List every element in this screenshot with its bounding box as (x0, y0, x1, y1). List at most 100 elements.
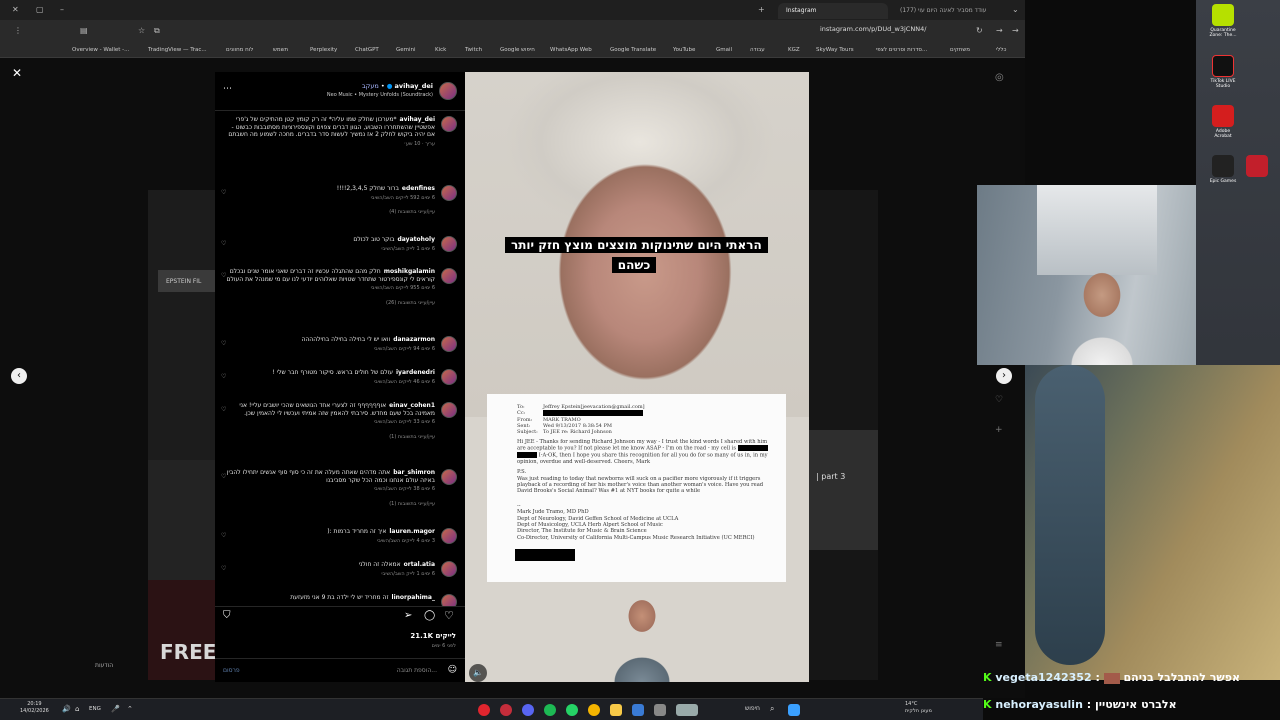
app-taskbar-icon[interactable] (478, 704, 490, 716)
refresh-icon[interactable]: ↻ (976, 26, 983, 36)
follow-button[interactable]: מעקב (362, 82, 379, 90)
close-icon[interactable]: ✕ (12, 66, 22, 80)
like-heart-icon[interactable]: ♡ (221, 340, 226, 347)
bookmark-item[interactable]: TradingView — Trac... (148, 46, 207, 54)
app-taskbar-icon[interactable] (500, 704, 512, 716)
bookmark-item[interactable]: Twitch (465, 46, 482, 54)
avatar[interactable] (441, 402, 457, 418)
avatar[interactable] (441, 116, 457, 132)
tab-instagram[interactable]: Instagram (778, 3, 888, 19)
menu-icon[interactable]: ⋮ (14, 26, 22, 36)
view-replies-link[interactable]: עיין/עייני בתשובות (1) (223, 501, 435, 507)
bookmark-item[interactable]: Google חיפוש (500, 46, 535, 54)
avatar[interactable] (441, 185, 457, 201)
like-heart-icon[interactable]: ♡ (221, 373, 226, 380)
next-post-button[interactable]: › (996, 368, 1012, 384)
author-name[interactable]: avihay_dei (395, 82, 433, 90)
language-indicator[interactable]: ENG (89, 706, 101, 712)
whatsapp-taskbar-icon[interactable] (566, 704, 578, 716)
search-icon[interactable]: ⌕ (770, 704, 774, 714)
bookmark-item[interactable]: סדרות וסרטים לצפי... (876, 46, 927, 54)
bookmark-item[interactable]: Perplexity (310, 46, 337, 54)
network-icon[interactable]: ⌂ (75, 705, 79, 713)
clock-date[interactable]: 14/02/2026 (20, 708, 49, 715)
avatar[interactable] (441, 369, 457, 385)
instagram-icon[interactable]: ◎ (995, 72, 1004, 83)
minimize-icon[interactable]: – (60, 5, 64, 15)
view-replies-link[interactable]: עיין/עייני בתשובות (4) (223, 209, 435, 215)
bitdefender-icon[interactable] (1246, 155, 1268, 177)
like-heart-icon[interactable]: ♡ (221, 272, 226, 279)
avatar[interactable] (441, 594, 457, 606)
quarantine-zone-icon[interactable] (1212, 4, 1234, 26)
share-icon[interactable]: ⧉ (154, 26, 160, 36)
prev-post-button[interactable]: ‹ (11, 368, 27, 384)
mic-icon[interactable]: 🎤 (111, 705, 120, 713)
avatar[interactable] (439, 82, 457, 100)
acrobat-icon[interactable] (1212, 105, 1234, 127)
maximize-icon[interactable]: ▢ (36, 5, 44, 15)
bookmark-item[interactable]: KGZ (788, 46, 800, 54)
likes-count[interactable]: 21.1K לייקים (380, 632, 456, 640)
avatar[interactable] (441, 236, 457, 252)
bookmark-item[interactable]: משחקים (950, 46, 970, 54)
avatar[interactable] (441, 528, 457, 544)
comment-icon[interactable]: ◯ (424, 610, 435, 621)
tray-chevron-icon[interactable]: ⌃ (127, 705, 133, 713)
bookmark-item[interactable]: Kick (435, 46, 446, 54)
bookmark-item[interactable]: YouTube (673, 46, 695, 54)
forward-icon[interactable]: → (996, 26, 1003, 36)
extensions-icon[interactable]: ▤ (80, 26, 88, 36)
bookmark-item[interactable]: ChatGPT (355, 46, 379, 54)
save-bookmark-icon[interactable]: ⛉ (223, 610, 231, 621)
tiktok-icon[interactable] (1212, 55, 1234, 77)
mute-icon[interactable]: 🔈 (469, 664, 487, 682)
avatar[interactable] (441, 336, 457, 352)
like-heart-icon[interactable]: ♡ (221, 240, 226, 247)
bookmark-item[interactable]: לוח מחוונים (226, 46, 253, 54)
hamburger-icon[interactable]: ≡ (995, 640, 1003, 650)
view-replies-link[interactable]: עיין/עייני בתשובות (26) (223, 300, 435, 306)
tab-youtube[interactable]: (177) עודד מסביר לאיגה היום עוי (892, 3, 1008, 19)
like-heart-icon[interactable]: ♡ (221, 532, 226, 539)
emoji-icon[interactable]: ☺ (448, 665, 457, 675)
share-send-icon[interactable]: ➢ (404, 610, 412, 621)
bookmark-item[interactable]: WhatsApp Web (550, 46, 592, 54)
post-comment-button[interactable]: פרסום (223, 667, 240, 674)
comment-input[interactable]: הוספת תגובה... (397, 667, 437, 674)
tab-search-icon[interactable]: ⌄ (1012, 5, 1019, 15)
star-icon[interactable]: ☆ (138, 26, 145, 36)
bookmark-item[interactable]: Overview - Wallet -... (72, 46, 129, 54)
like-icon[interactable]: ♡ (444, 609, 454, 622)
bookmark-item[interactable]: תשמש (273, 46, 288, 54)
taskbar-search[interactable]: חיפוש (745, 705, 760, 712)
avatar[interactable] (441, 469, 457, 485)
bookmark-item[interactable]: Gemini (396, 46, 416, 54)
start-icon[interactable] (788, 704, 800, 716)
epic-games-icon[interactable] (1212, 155, 1234, 177)
chrome-taskbar-icon[interactable] (588, 704, 600, 716)
address-bar[interactable]: instagram.com/p/DUd_w3jCNN4/ (820, 25, 926, 33)
volume-icon[interactable]: 🔊 (62, 705, 71, 713)
bookmark-item[interactable]: Gmail (716, 46, 732, 54)
store-taskbar-icon[interactable] (632, 704, 644, 716)
bookmark-item[interactable]: SkyWay Tours (816, 46, 854, 54)
weather-widget[interactable]: 14°C מעונן חלקית (905, 701, 932, 715)
clock-time[interactable]: 20:19 (20, 701, 49, 708)
heart-side-icon[interactable]: ♡ (995, 395, 1003, 405)
widgets-taskbar-icon[interactable] (676, 704, 698, 716)
back-icon[interactable]: → (1012, 26, 1019, 36)
spotify-taskbar-icon[interactable] (544, 704, 556, 716)
close-window-icon[interactable]: ✕ (12, 5, 19, 15)
plus-side-icon[interactable]: + (995, 425, 1003, 435)
like-heart-icon[interactable]: ♡ (221, 406, 226, 413)
like-heart-icon[interactable]: ♡ (221, 473, 226, 480)
music-label[interactable]: Neo Music • Mystery Unfolds (Soundtrack) (327, 92, 433, 98)
avatar[interactable] (441, 268, 457, 284)
like-heart-icon[interactable]: ♡ (221, 565, 226, 572)
bookmark-item[interactable]: כללי (996, 46, 1006, 54)
bookmark-item[interactable]: עבודה (750, 46, 765, 54)
post-media[interactable]: הראתי היום שתינוקות מוצצים מוצץ חזק יותר… (465, 72, 809, 682)
like-heart-icon[interactable]: ♡ (221, 189, 226, 196)
new-tab-icon[interactable]: + (758, 5, 765, 15)
